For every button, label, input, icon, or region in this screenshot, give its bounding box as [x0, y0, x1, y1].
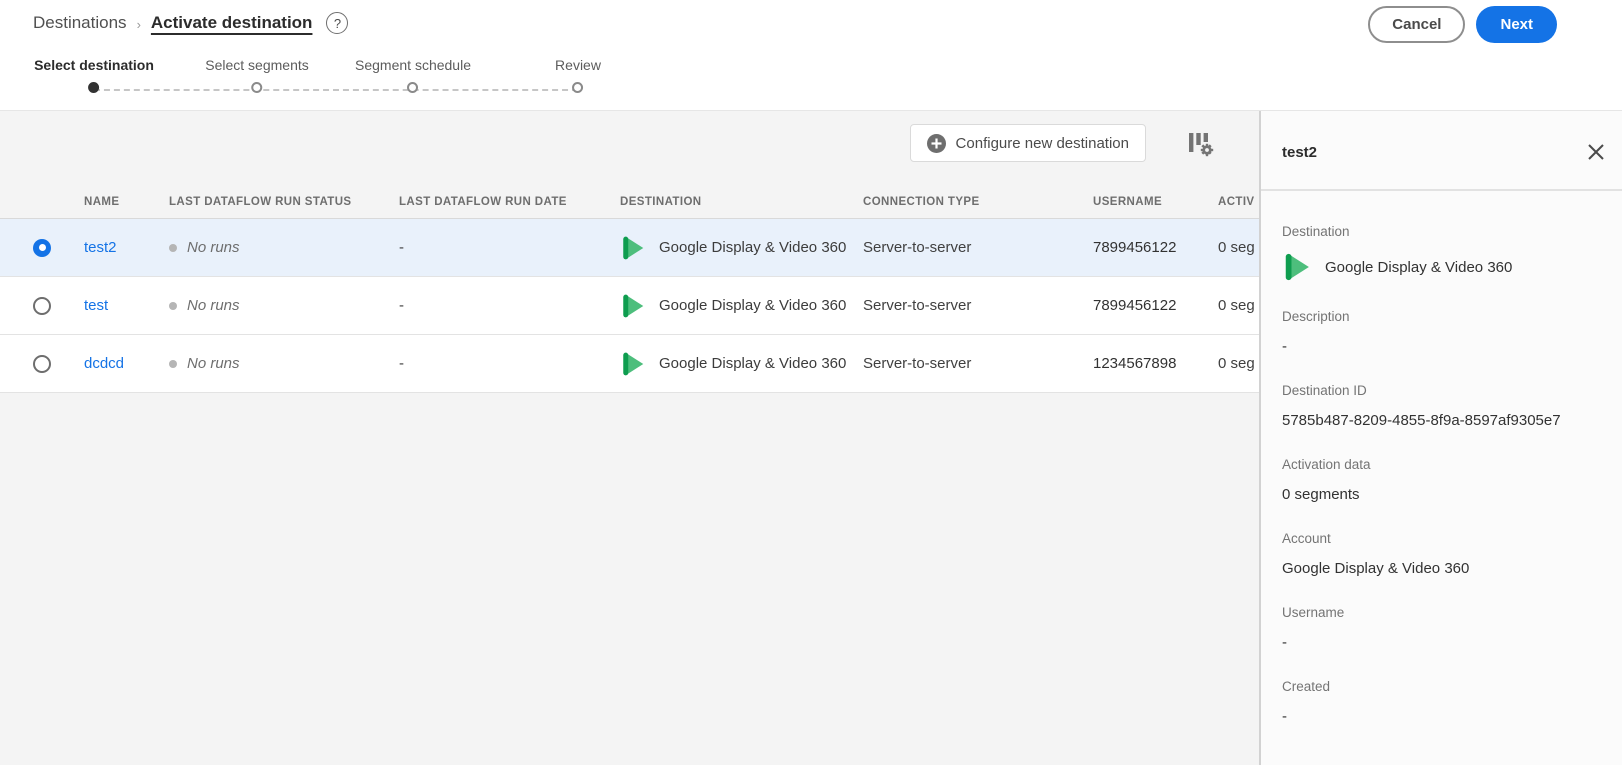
destination-name-link[interactable]: test	[84, 297, 108, 314]
main-area: Configure new destination NAME LAST DATA…	[0, 110, 1622, 765]
column-header-run-date: LAST DATAFLOW RUN DATE	[399, 196, 567, 208]
destination-platform-text: Google Display & Video 360	[659, 297, 847, 314]
close-icon[interactable]	[1586, 142, 1606, 162]
field-destination: Destination Google Display & Video 360	[1282, 224, 1601, 282]
configure-new-destination-button[interactable]: Configure new destination	[909, 124, 1146, 162]
next-button[interactable]: Next	[1476, 6, 1557, 43]
field-username: Username -	[1282, 605, 1601, 652]
details-panel: test2 Destination Google Display & Video…	[1259, 111, 1622, 765]
step-select-segments: Select segments	[205, 57, 309, 93]
field-created: Created -	[1282, 679, 1601, 726]
destinations-table: NAME LAST DATAFLOW RUN STATUS LAST DATAF…	[0, 186, 1259, 393]
field-value: Google Display & Video 360	[1282, 560, 1470, 577]
field-value: -	[1282, 708, 1287, 725]
connection-type-text: Server-to-server	[863, 355, 972, 372]
run-status-text: No runs	[187, 297, 240, 314]
status-dot-icon	[169, 359, 177, 368]
table-row[interactable]: dcdcd No runs - Google Display & Video 3…	[0, 335, 1259, 393]
destination-platform-text: Google Display & Video 360	[659, 239, 847, 256]
field-label: Username	[1282, 605, 1345, 620]
row-radio[interactable]	[33, 296, 51, 315]
table-row[interactable]: test2 No runs - Google Display & Video 3…	[0, 219, 1259, 277]
details-panel-title: test2	[1282, 144, 1318, 161]
row-radio[interactable]	[33, 354, 51, 373]
dv360-logo-icon	[1285, 253, 1309, 281]
status-dot-icon	[169, 301, 177, 310]
step-dot	[251, 82, 263, 93]
column-header-activation: ACTIV	[1218, 196, 1255, 208]
wizard-stepper: Select destination Select segments Segme…	[0, 57, 700, 105]
destination-name-link[interactable]: test2	[84, 239, 117, 256]
field-label: Account	[1282, 531, 1331, 546]
help-icon[interactable]: ?	[326, 12, 349, 34]
step-dot	[572, 82, 584, 93]
table-header-row: NAME LAST DATAFLOW RUN STATUS LAST DATAF…	[0, 186, 1259, 219]
field-value: -	[1282, 338, 1287, 355]
activation-data-text: 0 seg	[1218, 297, 1255, 314]
field-value: Google Display & Video 360	[1325, 258, 1513, 276]
breadcrumb: Destinations › Activate destination ?	[33, 12, 349, 34]
row-radio-selected[interactable]	[33, 238, 51, 257]
destinations-list-area: Configure new destination NAME LAST DATA…	[0, 111, 1259, 765]
cancel-button[interactable]: Cancel	[1368, 6, 1466, 43]
field-account: Account Google Display & Video 360	[1282, 531, 1601, 578]
breadcrumb-separator-icon: ›	[136, 16, 141, 32]
header-actions: Cancel Next	[1368, 6, 1557, 43]
dv360-logo-icon	[623, 352, 644, 375]
page-title: Activate destination	[150, 13, 313, 32]
run-status-text: No runs	[187, 355, 240, 372]
username-text: 7899456122	[1093, 239, 1177, 256]
destination-name-link[interactable]: dcdcd	[84, 355, 124, 372]
step-select-destination: Select destination	[34, 57, 154, 93]
step-review: Review	[555, 57, 601, 93]
column-header-connection-type: CONNECTION TYPE	[863, 196, 980, 208]
column-header-run-status: LAST DATAFLOW RUN STATUS	[169, 196, 352, 208]
field-label: Destination ID	[1282, 383, 1367, 398]
details-panel-header: test2	[1261, 111, 1622, 191]
field-description: Description -	[1282, 309, 1601, 356]
column-settings-icon[interactable]	[1187, 130, 1214, 157]
step-segment-schedule: Segment schedule	[355, 57, 471, 93]
breadcrumb-destinations-link[interactable]: Destinations	[33, 13, 127, 33]
field-value: 5785b487-8209-4855-8f9a-8597af9305e7	[1282, 412, 1561, 429]
destination-platform-text: Google Display & Video 360	[659, 355, 847, 372]
step-dot	[407, 82, 419, 93]
field-label: Destination	[1282, 224, 1350, 239]
status-dot-icon	[169, 243, 177, 252]
dv360-logo-icon	[623, 236, 644, 259]
field-label: Created	[1282, 679, 1331, 694]
field-label: Activation data	[1282, 457, 1371, 472]
username-text: 7899456122	[1093, 297, 1177, 314]
field-destination-id: Destination ID 5785b487-8209-4855-8f9a-8…	[1282, 383, 1601, 430]
column-header-destination: DESTINATION	[620, 196, 702, 208]
column-header-name: NAME	[84, 196, 120, 208]
run-date-text: -	[399, 355, 404, 372]
connection-type-text: Server-to-server	[863, 239, 972, 256]
connection-type-text: Server-to-server	[863, 297, 972, 314]
plus-circle-icon	[926, 133, 946, 153]
run-date-text: -	[399, 297, 404, 314]
username-text: 1234567898	[1093, 355, 1177, 372]
field-activation-data: Activation data 0 segments	[1282, 457, 1601, 504]
top-bar: Destinations › Activate destination ? Ca…	[0, 0, 1622, 110]
field-value: 0 segments	[1282, 486, 1360, 503]
details-panel-body: Destination Google Display & Video 360 D…	[1261, 191, 1622, 726]
field-value: -	[1282, 634, 1287, 651]
table-row[interactable]: test No runs - Google Display & Video 36…	[0, 277, 1259, 335]
configure-new-destination-label: Configure new destination	[955, 134, 1129, 152]
field-label: Description	[1282, 309, 1350, 324]
run-date-text: -	[399, 239, 404, 256]
stepper-connector	[94, 89, 578, 91]
activation-data-text: 0 seg	[1218, 239, 1255, 256]
column-header-username: USERNAME	[1093, 196, 1163, 208]
step-dot-filled	[88, 82, 100, 93]
activation-data-text: 0 seg	[1218, 355, 1255, 372]
dv360-logo-icon	[623, 294, 644, 317]
run-status-text: No runs	[187, 239, 240, 256]
